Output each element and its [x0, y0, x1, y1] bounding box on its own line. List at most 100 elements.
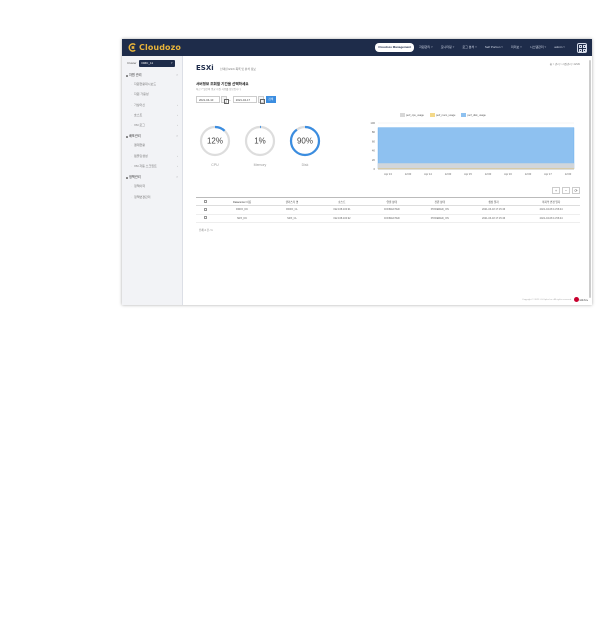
- sidebar-item[interactable]: 자원현황대시보드: [126, 79, 180, 90]
- sidebar-item[interactable]: VM 자동 스크립트 ›: [126, 161, 180, 172]
- page-subtitle: 선택된 ESXi 목록 및 분석 정보: [220, 67, 256, 71]
- sidebar-item-label: 정책변경관리: [134, 194, 151, 199]
- menu-item[interactable]: 시스템관리 ˅: [527, 43, 549, 52]
- table-cell: RDFO_DC: [215, 205, 269, 215]
- sidebar-item-label: 자원현황대시보드: [134, 82, 157, 86]
- legend-item[interactable]: perf_cpu_usage: [400, 112, 424, 118]
- table-row[interactable]: RDFO_DC RDFO_CL 192.168.100.91 CONNECTED POW…: [196, 205, 580, 215]
- table-cell: 192.168.100.91: [315, 205, 369, 215]
- column-header[interactable]: Datacenter 이름: [215, 197, 269, 206]
- gauge-memory: 1% Memory: [243, 124, 277, 167]
- area-series-perf_cpu_usage: [377, 163, 575, 170]
- table-cell: CONNECTED: [368, 214, 415, 223]
- sidebar-item[interactable]: 결재현황: [126, 140, 180, 151]
- legend-item[interactable]: perf_mem_usage: [429, 112, 455, 118]
- menu-item[interactable]: 모니터링 ˅: [438, 43, 458, 52]
- add-button[interactable]: +: [552, 187, 560, 194]
- copyright-text: Copyright © 2021 LG Uplus Inc. All right…: [522, 298, 572, 301]
- legend-swatch: [461, 113, 467, 117]
- sidebar-item-label: 결재현황: [134, 143, 146, 148]
- chevron-right-icon: ›: [177, 123, 178, 128]
- start-date-input[interactable]: 2021-04-10: [196, 96, 220, 103]
- y-tick-label: 60: [372, 139, 376, 143]
- logo-text: Cloudozo: [139, 43, 181, 52]
- column-header[interactable]: 전원 상태: [414, 197, 465, 206]
- gauge-value: 90%: [297, 137, 313, 146]
- menu-item[interactable]: admin ˅: [551, 43, 568, 52]
- main-content: ESXi 선택된 ESXi 목록 및 분석 정보 홈 > 관리 > 자원관리 >…: [184, 56, 592, 305]
- sidebar-group-label: 자원 관리: [129, 73, 142, 77]
- sidebar-item-label: VM 자동 스크립트: [134, 164, 157, 169]
- column-header[interactable]: 마지막 변경 일자: [522, 197, 580, 206]
- table-cell: CONNECTED: [368, 205, 415, 215]
- sidebar-item[interactable]: 호스트 ›: [126, 110, 180, 121]
- table-cell: 2021-03-18 17:15:46: [464, 205, 523, 215]
- sidebar-item[interactable]: 자원 가용성: [126, 89, 180, 100]
- cluster-select[interactable]: DMC_11 ˅: [138, 59, 175, 67]
- sidebar-item[interactable]: VM 로그 ›: [126, 120, 180, 131]
- menu-item[interactable]: 로그 분석 ˅: [459, 43, 479, 52]
- gauge-ring: 12%: [199, 125, 231, 157]
- sidebar-item[interactable]: 템플릿생성 ›: [126, 151, 180, 162]
- chevron-down-icon: ˅: [170, 60, 173, 65]
- refresh-icon[interactable]: ⟳: [572, 187, 580, 194]
- gauge-cpu: 12% CPU: [198, 124, 232, 167]
- total-count: 전체 2 건 / 1: [199, 229, 213, 232]
- brand-logo: LG U+: [573, 297, 588, 302]
- gauge-label: Disk: [301, 163, 309, 167]
- sidebar-item-label: 템플릿생성: [134, 153, 148, 158]
- sidebar-group[interactable]: 배포관리 ˄: [126, 133, 180, 140]
- calendar-icon[interactable]: [257, 96, 266, 104]
- y-tick-label: 100: [370, 121, 375, 125]
- vertical-scrollbar[interactable]: [589, 60, 591, 298]
- y-tick-label: 0: [373, 167, 375, 171]
- sidebar-item[interactable]: 가상머신 ›: [126, 100, 180, 111]
- chevron-up-icon: ˄: [176, 175, 178, 180]
- gauge-ring: 90%: [289, 125, 321, 157]
- apps-grid-icon[interactable]: [577, 43, 587, 53]
- brand-logo-icon: [573, 297, 579, 302]
- menu-item[interactable]: 미리보 ˅: [508, 43, 525, 52]
- column-header[interactable]: 연결 상태: [368, 197, 415, 206]
- sidebar-item[interactable]: 정책이력: [126, 181, 180, 192]
- main-menu: Cloudozo Management 자원관리 ˅ 모니터링 ˅ 로그 분석 ˅ Se…: [375, 43, 568, 52]
- cluster-selector-row: Cluster DMC_11 ˅: [127, 59, 175, 67]
- chevron-right-icon: ›: [177, 102, 178, 107]
- end-date-input[interactable]: 2021-04-17: [232, 96, 257, 103]
- esxi-table: Datacenter 이름 클러스터 명 호스트 연결 상태 전원 상태 생성 일자 마지막…: [196, 197, 580, 223]
- row-checkbox[interactable]: [196, 214, 216, 223]
- x-tick-label: 12:00: [405, 172, 412, 176]
- menu-item[interactable]: 자원관리 ˅: [416, 43, 436, 52]
- sidebar-item[interactable]: 정책변경관리: [126, 192, 180, 203]
- logo-icon: [128, 43, 136, 52]
- chart-legend: perf_cpu_usage perf_mem_usage perf_disk_us…: [400, 112, 486, 118]
- remove-button[interactable]: −: [562, 187, 570, 194]
- calendar-icon[interactable]: [221, 96, 229, 104]
- table-cell: 192.168.100.92: [315, 214, 369, 223]
- menu-item[interactable]: Cloudozo Management: [375, 43, 415, 52]
- column-header[interactable]: 생성 일자: [464, 197, 523, 206]
- select-all-checkbox[interactable]: [196, 197, 216, 206]
- sidebar-group[interactable]: 정책관리 ˄: [126, 174, 180, 181]
- column-header[interactable]: 클러스터 명: [268, 197, 316, 206]
- legend-item[interactable]: perf_disk_usage: [461, 112, 486, 118]
- x-tick-label: 12:00: [485, 172, 492, 176]
- table-cell: 2021-04-08 11:56:44: [522, 214, 580, 223]
- sidebar-item-label: VM 로그: [134, 123, 145, 128]
- x-tick-label: Apr 13: [384, 172, 392, 176]
- search-button[interactable]: 검색: [265, 96, 276, 103]
- menu-item[interactable]: Self Portion ˅: [482, 43, 506, 52]
- column-header[interactable]: 호스트: [315, 197, 369, 206]
- x-tick-label: 12:00: [445, 172, 452, 176]
- table-row[interactable]: SRX_DC SRX_CL 192.168.100.92 CONNECTED POWER…: [196, 214, 580, 223]
- sidebar-group[interactable]: 자원 관리 ˄: [126, 72, 180, 79]
- gauge-label: CPU: [211, 163, 219, 167]
- chevron-right-icon: ›: [177, 153, 178, 158]
- table-cell: POWERED_ON: [414, 214, 465, 223]
- legend-swatch: [429, 113, 435, 117]
- checkbox-icon: [204, 207, 208, 211]
- gauge-ring: 1%: [244, 125, 276, 157]
- row-checkbox[interactable]: [196, 205, 216, 215]
- y-tick-label: 20: [372, 158, 376, 162]
- app-logo[interactable]: Cloudozo: [128, 42, 181, 53]
